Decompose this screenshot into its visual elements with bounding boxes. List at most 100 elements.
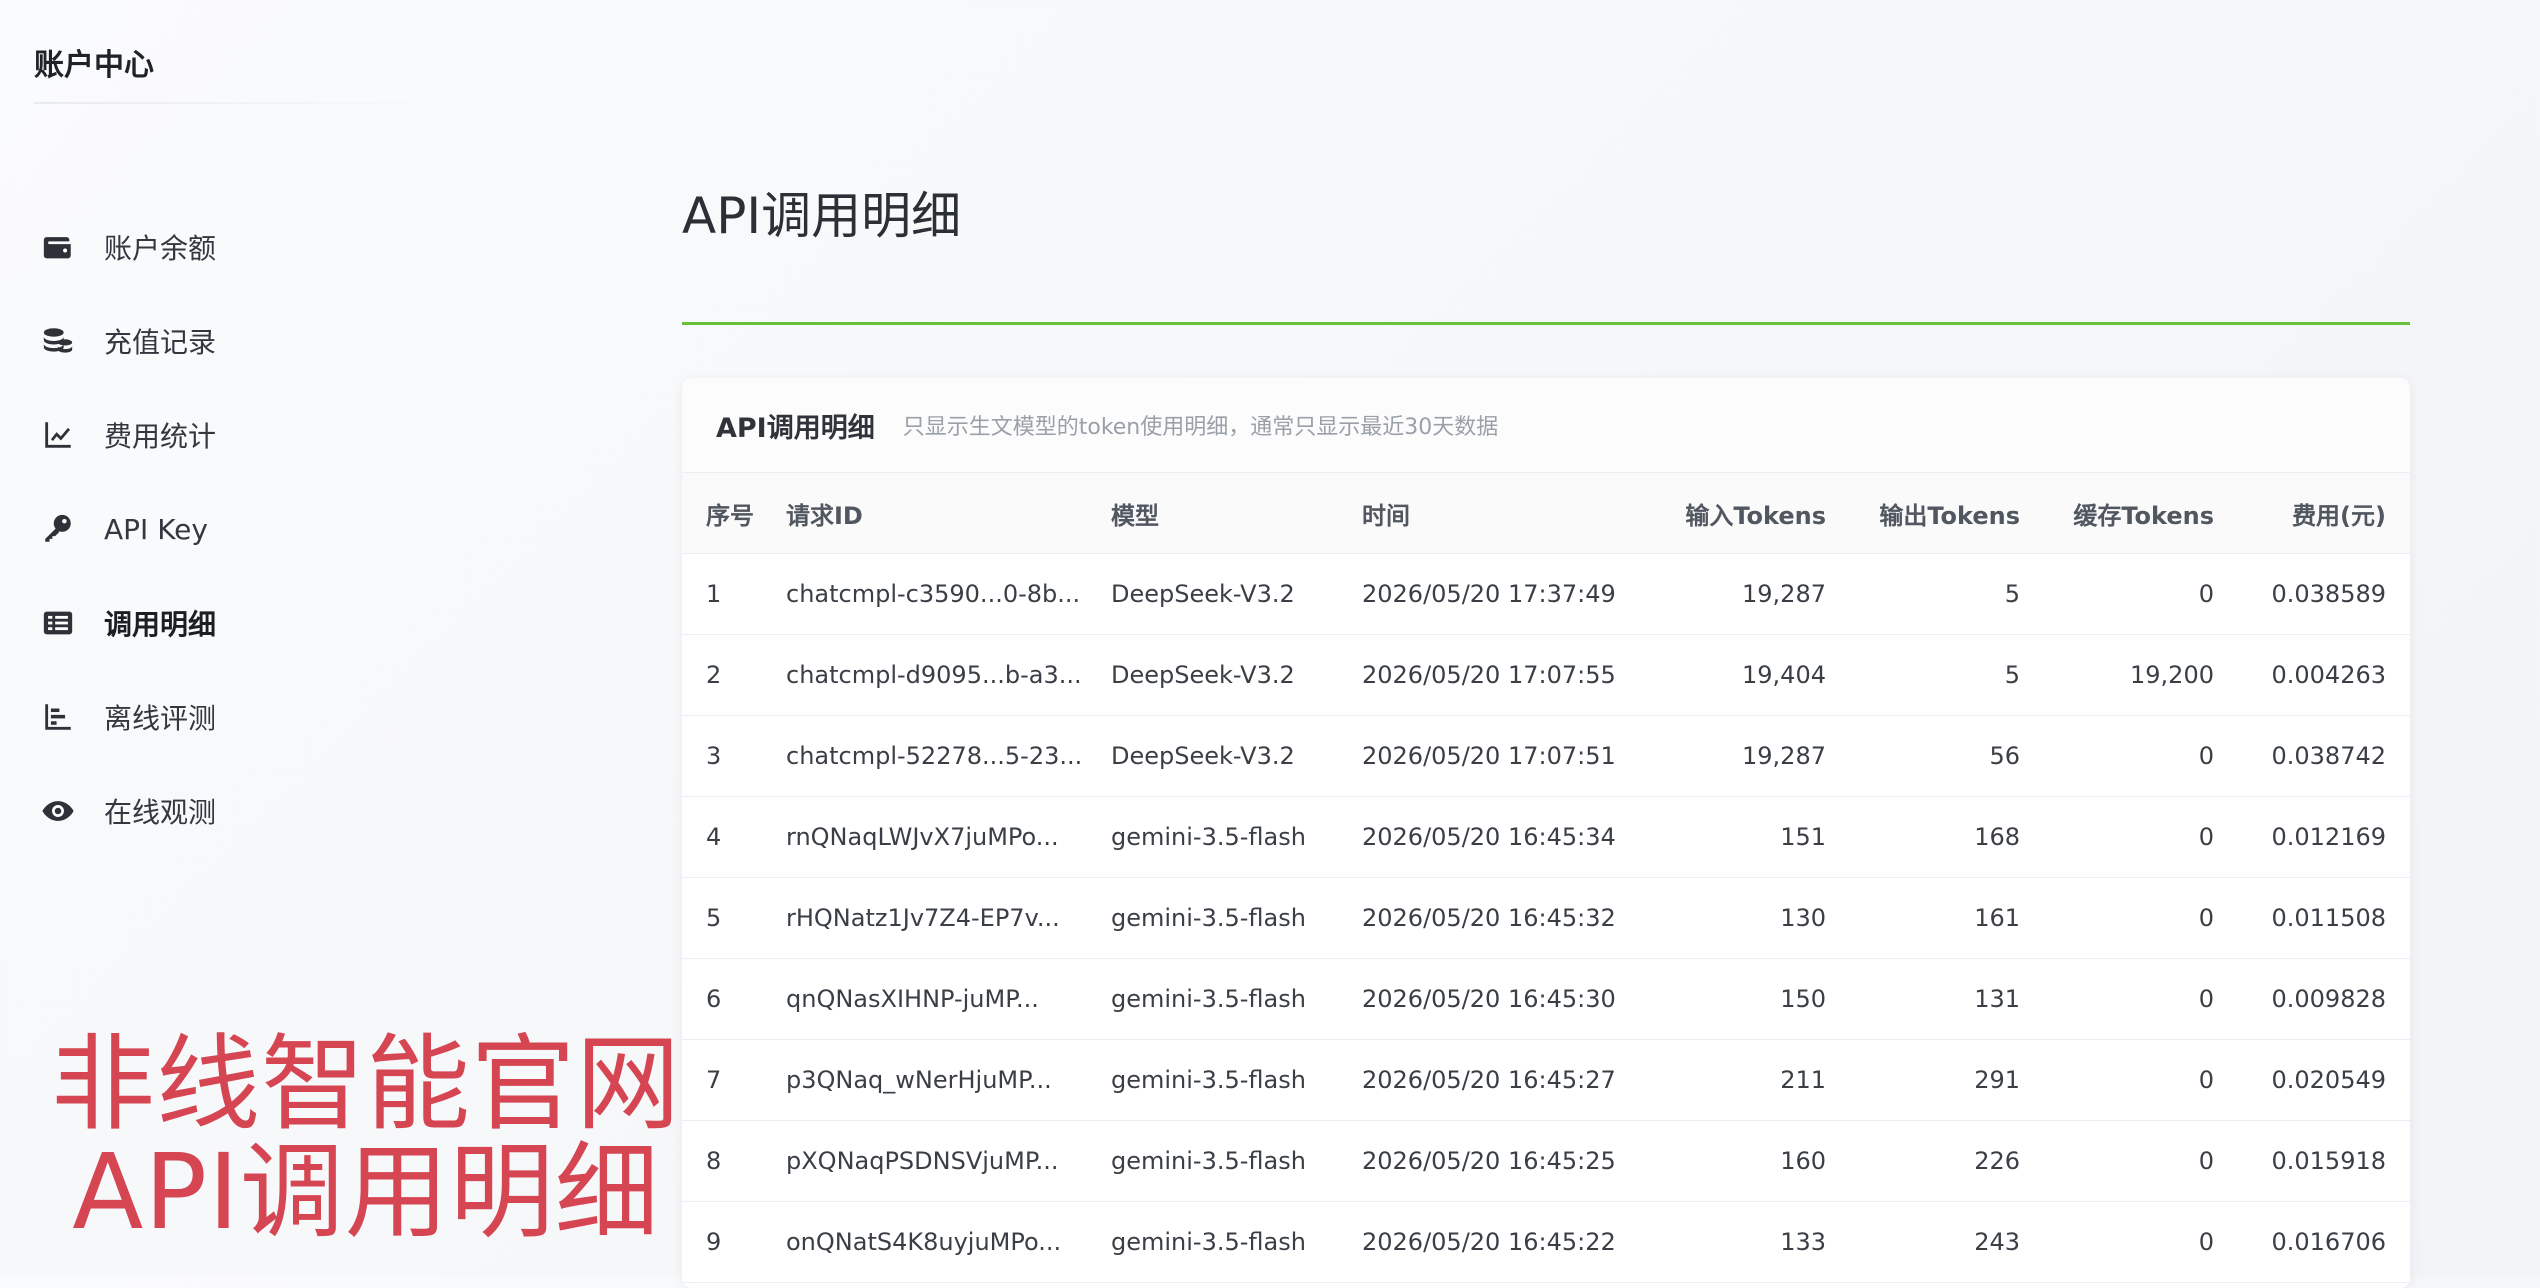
cell-output-tokens: 243 (1850, 1201, 2044, 1283)
cell-index: 4 (682, 796, 786, 878)
cell-model: DeepSeek-V3.2 (1111, 715, 1362, 797)
table-header-row: 序号 请求ID 模型 时间 输入Tokens 输出Tokens 缓存Tokens… (682, 473, 2410, 554)
eye-icon (40, 793, 76, 829)
table-row: 3 chatcmpl-52278...5-23... DeepSeek-V3.2 20… (682, 715, 2410, 797)
cell-time: 2026/05/20 16:45:30 (1362, 958, 1634, 1040)
cell-output-tokens: 161 (1850, 877, 2044, 959)
cell-request-id: pXQNaqPSDNSVjuMP... (786, 1120, 1111, 1202)
cell-time: 2026/05/20 17:37:49 (1362, 553, 1634, 635)
card-title: API调用明细 (716, 412, 875, 444)
cell-request-id: rHQNatz1Jv7Z4-EP7v... (786, 877, 1111, 959)
card-description: 只显示生文模型的token使用明细，通常只显示最近30天数据 (902, 415, 1499, 440)
cell-request-id: chatcmpl-52278...5-23... (786, 715, 1111, 797)
sidebar-item-cost-stats[interactable]: 费用统计 (40, 388, 216, 482)
column-header-cache-tokens: 缓存Tokens (2044, 473, 2238, 554)
cell-cache-tokens: 0 (2044, 1039, 2238, 1121)
cell-cache-tokens: 0 (2044, 796, 2238, 878)
sidebar-item-api-key[interactable]: API Key (40, 482, 216, 576)
cell-cost: 0.009828 (2238, 958, 2410, 1040)
sidebar-item-recharge[interactable]: 充值记录 (40, 294, 216, 388)
cell-model: DeepSeek-V3.2 (1111, 634, 1362, 716)
column-header-index: 序号 (682, 473, 786, 554)
cell-cost: 0.020549 (2238, 1039, 2410, 1121)
table-row: 1 chatcmpl-c3590...0-8b... DeepSeek-V3.2 20… (682, 553, 2410, 635)
cell-request-id: onQNatS4K8uyjuMPo... (786, 1201, 1111, 1283)
cell-time: 2026/05/20 16:45:34 (1362, 796, 1634, 878)
sidebar-item-label: 在线观测 (104, 796, 217, 829)
column-header-time: 时间 (1362, 473, 1634, 554)
cell-output-tokens: 5 (1850, 634, 2044, 716)
sidebar-item-label: 账户余额 (104, 232, 217, 265)
bar-chart-icon (40, 699, 76, 735)
title-accent-line (682, 322, 2410, 325)
cell-input-tokens: 19,287 (1634, 715, 1850, 797)
column-header-model: 模型 (1111, 473, 1362, 554)
sidebar-item-offline-eval[interactable]: 离线评测 (40, 670, 216, 764)
cell-time: 2026/05/20 16:45:25 (1362, 1120, 1634, 1202)
cell-request-id: chatcmpl-c3590...0-8b... (786, 553, 1111, 635)
cell-index: 7 (682, 1039, 786, 1121)
sidebar-divider (34, 102, 444, 104)
cell-request-id: chatcmpl-d9095...b-a3... (786, 634, 1111, 716)
column-header-cost: 费用(元) (2238, 473, 2410, 554)
sidebar-item-label: 费用统计 (104, 420, 217, 453)
cell-model: gemini-3.5-flash (1111, 958, 1362, 1040)
cell-output-tokens: 226 (1850, 1120, 2044, 1202)
cell-time: 2026/05/20 16:45:27 (1362, 1039, 1634, 1121)
cell-cost: 0.038589 (2238, 553, 2410, 635)
sidebar-item-label: 充值记录 (104, 326, 217, 359)
sidebar-item-online-observe[interactable]: 在线观测 (40, 764, 216, 858)
cell-cache-tokens: 0 (2044, 958, 2238, 1040)
cell-request-id: p3QNaq_wNerHjuMP... (786, 1039, 1111, 1121)
cell-input-tokens: 19,404 (1634, 634, 1850, 716)
cell-input-tokens: 133 (1634, 1201, 1850, 1283)
table-row: 2 chatcmpl-d9095...b-a3... DeepSeek-V3.2 20… (682, 634, 2410, 716)
cell-model: gemini-3.5-flash (1111, 1039, 1362, 1121)
table-row: 5 rHQNatz1Jv7Z4-EP7v... gemini-3.5-flash 20… (682, 877, 2410, 959)
table-row: 9 onQNatS4K8uyjuMPo... gemini-3.5-flash 202… (682, 1201, 2410, 1283)
page-title: API调用明细 (682, 187, 962, 245)
wallet-icon (40, 229, 76, 265)
table-row: 6 qnQNasXIHNP-juMP... gemini-3.5-flash 2026… (682, 958, 2410, 1040)
cell-model: gemini-3.5-flash (1111, 796, 1362, 878)
card-header: API调用明细 只显示生文模型的token使用明细，通常只显示最近30天数据 (682, 378, 2410, 473)
cell-cost: 0.004263 (2238, 634, 2410, 716)
cell-output-tokens: 5 (1850, 553, 2044, 635)
column-header-input-tokens: 输入Tokens (1634, 473, 1850, 554)
column-header-request-id: 请求ID (786, 473, 1111, 554)
sidebar-item-call-details[interactable]: 调用明细 (40, 576, 216, 670)
cell-model: DeepSeek-V3.2 (1111, 553, 1362, 635)
cell-index: 9 (682, 1201, 786, 1283)
coins-icon (40, 323, 76, 359)
cell-input-tokens: 151 (1634, 796, 1850, 878)
table-row: 4 rnQNaqLWJvX7juMPo... gemini-3.5-flash 202… (682, 796, 2410, 878)
cell-cache-tokens: 0 (2044, 1201, 2238, 1283)
details-table: 序号 请求ID 模型 时间 输入Tokens 输出Tokens 缓存Tokens… (682, 473, 2410, 1283)
list-icon (40, 605, 76, 641)
line-chart-icon (40, 417, 76, 453)
cell-time: 2026/05/20 16:45:32 (1362, 877, 1634, 959)
cell-input-tokens: 160 (1634, 1120, 1850, 1202)
cell-request-id: rnQNaqLWJvX7juMPo... (786, 796, 1111, 878)
cell-cost: 0.038742 (2238, 715, 2410, 797)
cell-output-tokens: 291 (1850, 1039, 2044, 1121)
cell-model: gemini-3.5-flash (1111, 1120, 1362, 1202)
sidebar-item-label: API Key (104, 512, 208, 546)
cell-model: gemini-3.5-flash (1111, 1201, 1362, 1283)
cell-cache-tokens: 0 (2044, 1120, 2238, 1202)
cell-input-tokens: 150 (1634, 958, 1850, 1040)
cell-cache-tokens: 0 (2044, 877, 2238, 959)
cell-index: 6 (682, 958, 786, 1040)
sidebar-item-label: 离线评测 (104, 702, 217, 735)
sidebar-item-balance[interactable]: 账户余额 (40, 200, 216, 294)
cell-input-tokens: 211 (1634, 1039, 1850, 1121)
cell-cost: 0.016706 (2238, 1201, 2410, 1283)
sidebar-item-label: 调用明细 (104, 608, 217, 641)
cell-cache-tokens: 0 (2044, 715, 2238, 797)
cell-output-tokens: 168 (1850, 796, 2044, 878)
cell-cost: 0.012169 (2238, 796, 2410, 878)
watermark-overlay: 非线智能官网 API调用明细 (46, 1030, 686, 1246)
sidebar-title: 账户中心 (34, 48, 154, 83)
cell-output-tokens: 131 (1850, 958, 2044, 1040)
cell-time: 2026/05/20 16:45:22 (1362, 1201, 1634, 1283)
